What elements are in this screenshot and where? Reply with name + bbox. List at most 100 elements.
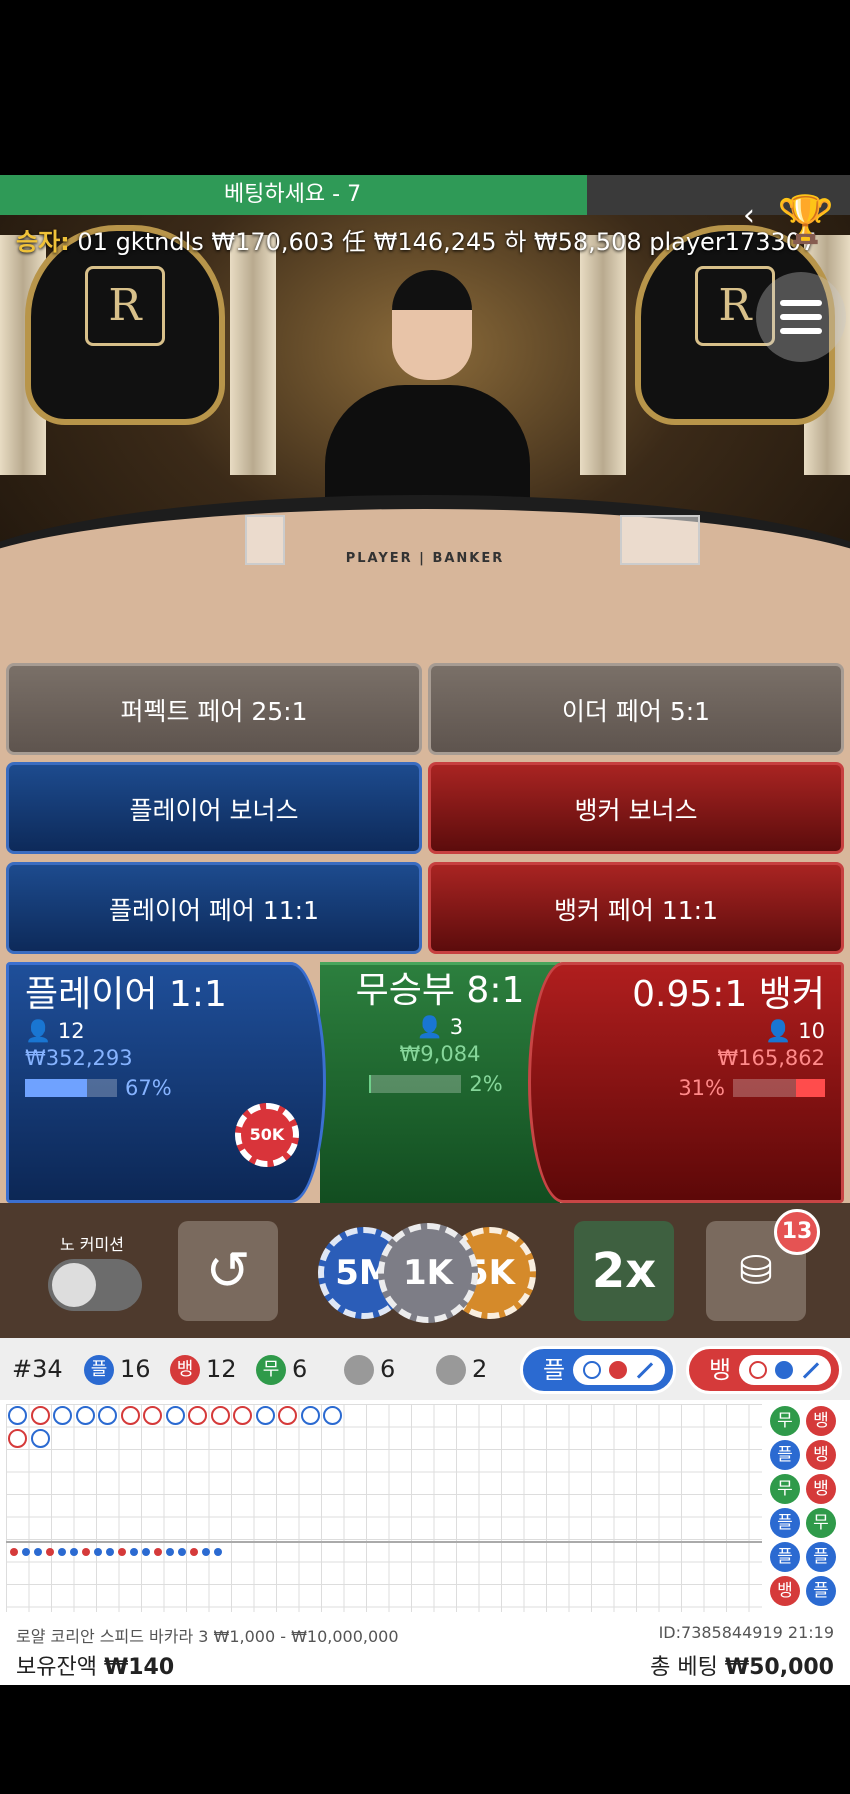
road-marker [8, 1429, 27, 1448]
trophy-button[interactable]: 🏆 [776, 189, 836, 249]
table-info: 로얄 코리안 스피드 바카라 3 ₩1,000 - ₩10,000,000 [16, 1627, 399, 1646]
small-road-dot [154, 1548, 162, 1556]
small-road-dot [94, 1548, 102, 1556]
double-button[interactable]: 2x [574, 1221, 674, 1321]
hamburger-menu-icon [780, 314, 822, 320]
road-marker [8, 1406, 27, 1425]
pillar [580, 235, 626, 475]
main-bets-row: 무승부 8:1 👤 3 ₩9,084 2% 플레이어 1:1 👤 12 ₩352… [0, 962, 850, 1203]
bead-cell: 플 [806, 1576, 836, 1606]
tie-amount: ₩9,084 [399, 1042, 481, 1066]
bead-cell: 뱅 [806, 1474, 836, 1504]
trophy-icon: 🏆 [777, 192, 835, 246]
player-pair-wins: 6 [344, 1352, 395, 1386]
road-marker [233, 1406, 252, 1425]
player-wins: 플 16 [84, 1352, 151, 1386]
player-percent: 67% [125, 1076, 172, 1100]
toggle-knob [52, 1263, 96, 1307]
road-marker [53, 1406, 72, 1425]
hamburger-menu-icon [780, 328, 822, 334]
betting-countdown-bar: 베팅하세요 - 7 [0, 175, 850, 215]
bead-cell: 뱅 [806, 1440, 836, 1470]
road-marker [165, 1406, 185, 1425]
pillar [230, 235, 276, 475]
small-road-dot [178, 1548, 186, 1556]
player-percent-row: 67% [25, 1076, 307, 1100]
scoreboard-header: #34 플 16 뱅 12 무6 6 2 플 뱅 [0, 1338, 850, 1400]
small-road-dot [22, 1548, 30, 1556]
chip-stack-badge: 13 [774, 1209, 820, 1255]
banker-amount: ₩165,862 [717, 1046, 825, 1070]
bead-plate-column: 무뱅플뱅무뱅플무플플뱅플 [766, 1404, 850, 1612]
small-road-dot [214, 1548, 222, 1556]
total-bet-value: ₩50,000 [724, 1655, 834, 1680]
balance-value: ₩140 [103, 1655, 175, 1680]
balance: 보유잔액 ₩140 [16, 1649, 174, 1681]
player-bonus-bet[interactable]: 플레이어 보너스 [6, 762, 422, 854]
chip-stack-icon: ⛁ [739, 1248, 773, 1294]
banker-pair-bet[interactable]: 뱅커 페어 11:1 [428, 862, 844, 954]
small-road-dot [166, 1548, 174, 1556]
player-bonus-label: 플레이어 보너스 [129, 796, 299, 825]
menu-button[interactable] [756, 272, 846, 362]
bead-cell: 플 [770, 1542, 800, 1572]
predict-banker-button[interactable]: 뱅 [686, 1346, 842, 1394]
banker-bonus-bet[interactable]: 뱅커 보너스 [428, 762, 844, 854]
banker-pair-wins: 2 [436, 1352, 487, 1386]
road-marker [255, 1406, 275, 1425]
bead-cell: 무 [806, 1508, 836, 1538]
royal-seat-left: R [25, 225, 225, 425]
tie-player-count: 👤 3 [416, 1015, 464, 1039]
tie-percent-bar [369, 1075, 462, 1093]
bead-cell: 뱅 [806, 1406, 836, 1436]
back-button[interactable]: ‹ [728, 195, 770, 237]
footer: 로얄 코리안 스피드 바카라 3 ₩1,000 - ₩10,000,000 ID… [0, 1615, 850, 1685]
player-percent-bar [25, 1079, 117, 1097]
banker-percent: 31% [678, 1076, 725, 1100]
small-road-dot [46, 1548, 54, 1556]
player-bet[interactable]: 플레이어 1:1 👤 12 ₩352,293 67% 50K [6, 962, 326, 1203]
total-bet: 총 베팅 ₩50,000 [650, 1649, 834, 1681]
banker-wins: 뱅 12 [170, 1352, 237, 1386]
predict-banker-label: 뱅 [709, 1356, 732, 1384]
banker-player-count: 👤 10 [765, 1019, 825, 1043]
either-pair-bet[interactable]: 이더 페어 5:1 [428, 663, 844, 755]
chip-1k[interactable]: 1K [378, 1223, 478, 1323]
road-marker [143, 1406, 162, 1425]
predict-player-button[interactable]: 플 [520, 1346, 676, 1394]
banker-title: 0.95:1 뱅커 [632, 974, 825, 1015]
bead-cell: 플 [770, 1508, 800, 1538]
scoreboard: #34 플 16 뱅 12 무6 6 2 플 뱅 무뱅플뱅무뱅플무플플뱅플 [0, 1338, 850, 1615]
tie-percent: 2% [469, 1072, 503, 1096]
banker-bet[interactable]: 0.95:1 뱅커 👤 10 ₩165,862 31% [528, 962, 844, 1203]
player-pair-bet[interactable]: 플레이어 페어 11:1 [6, 862, 422, 954]
road-marker [210, 1406, 230, 1425]
road-marker [188, 1406, 207, 1425]
bead-cell: 무 [770, 1406, 800, 1436]
live-dealer-video: R R PLAYER | BANKER [0, 215, 850, 660]
player-pair-icon [344, 1355, 374, 1385]
small-road-dot [106, 1548, 114, 1556]
banker-percent-bar [733, 1079, 825, 1097]
tie-title: 무승부 8:1 [355, 970, 525, 1011]
bead-road-grid [6, 1404, 762, 1612]
small-road-dot [202, 1548, 210, 1556]
hamburger-menu-icon [780, 300, 822, 306]
player-player-count: 👤 12 [25, 1019, 85, 1043]
tie-percent-row: 2% [336, 1072, 544, 1096]
predict-player-label: 플 [543, 1356, 566, 1384]
perfect-pair-bet[interactable]: 퍼펙트 페어 25:1 [6, 663, 422, 755]
road-marker [278, 1406, 297, 1425]
balance-label: 보유잔액 [16, 1655, 97, 1680]
player-amount: ₩352,293 [25, 1046, 133, 1070]
user-icon: 👤 [765, 1019, 792, 1043]
undo-button[interactable]: ↺ [178, 1221, 278, 1321]
predict-player-pill [573, 1355, 665, 1385]
tie-bet[interactable]: 무승부 8:1 👤 3 ₩9,084 2% [320, 962, 560, 1203]
total-bet-label: 총 베팅 [650, 1655, 718, 1680]
controls-bar: 노 커미션 ↺ 5M 1K 5K 2x ⛁ [0, 1203, 850, 1338]
bead-cell: 플 [770, 1440, 800, 1470]
no-commission-toggle[interactable] [48, 1259, 142, 1311]
road-marker [75, 1406, 95, 1425]
placed-chip: 50K [235, 1103, 299, 1167]
